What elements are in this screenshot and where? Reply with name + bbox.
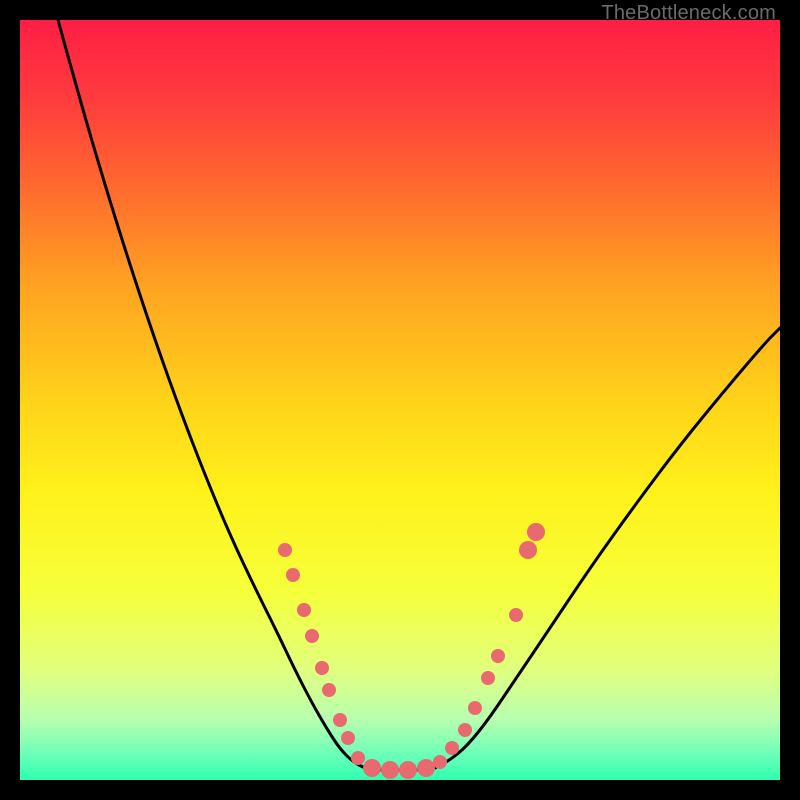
- curve-marker: [433, 755, 447, 769]
- curve-marker: [315, 661, 329, 675]
- curve-marker: [297, 603, 311, 617]
- chart-frame: [20, 20, 780, 780]
- curve-marker: [458, 723, 472, 737]
- curve-marker: [351, 751, 365, 765]
- gradient-background: [20, 20, 780, 780]
- curve-marker: [491, 649, 505, 663]
- curve-marker: [468, 701, 482, 715]
- curve-marker: [381, 761, 399, 779]
- curve-marker: [286, 568, 300, 582]
- curve-marker: [527, 523, 545, 541]
- bottleneck-chart: [20, 20, 780, 780]
- curve-marker: [509, 608, 523, 622]
- curve-marker: [278, 543, 292, 557]
- curve-marker: [519, 541, 537, 559]
- curve-marker: [341, 731, 355, 745]
- curve-marker: [481, 671, 495, 685]
- curve-marker: [417, 759, 435, 777]
- curve-marker: [363, 759, 381, 777]
- curve-marker: [333, 713, 347, 727]
- curve-marker: [399, 761, 417, 779]
- curve-marker: [305, 629, 319, 643]
- curve-marker: [445, 741, 459, 755]
- curve-marker: [322, 683, 336, 697]
